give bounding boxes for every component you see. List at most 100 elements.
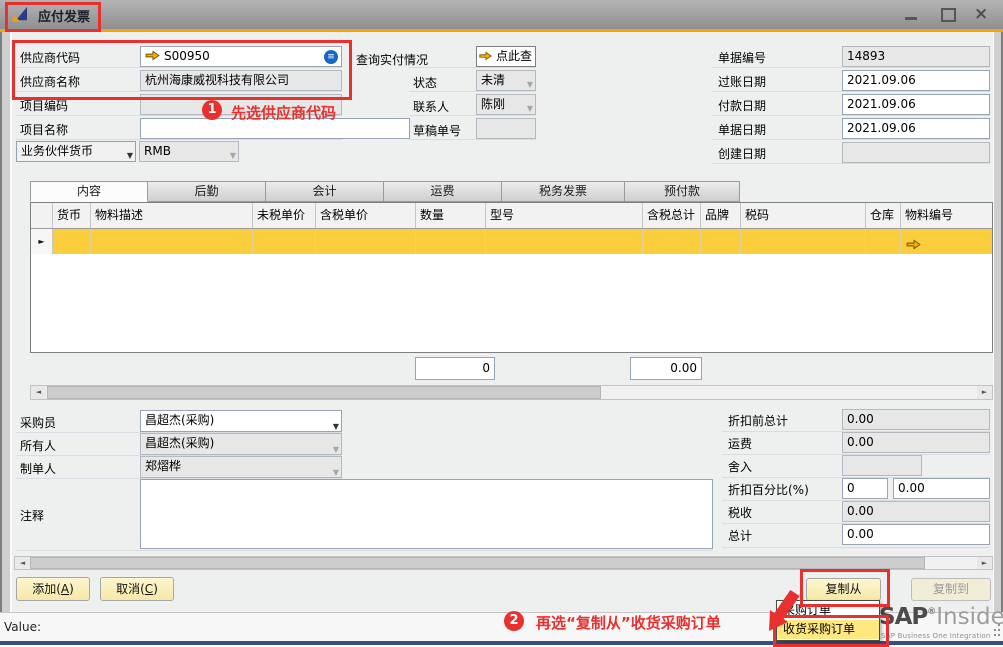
discount-percent-label: 折扣百分比(%) <box>728 481 809 498</box>
title-bar: 应付发票 × <box>0 0 1003 29</box>
doc-date-field[interactable]: 2021.09.06 <box>842 118 990 139</box>
window-right-edge <box>993 32 1003 612</box>
table-horizontal-scrollbar[interactable]: ◄ ► <box>30 385 993 400</box>
create-date-label: 创建日期 <box>718 145 766 162</box>
cell-brand[interactable] <box>701 229 741 254</box>
owner-field: 昌超杰(采购) ▼ <box>140 433 342 455</box>
col-header-unit-price-incl-tax: 含税单价 <box>316 203 416 228</box>
cell-warehouse[interactable] <box>866 229 901 254</box>
buyer-selector[interactable]: 昌超杰(采购) ▼ <box>140 410 342 432</box>
dropdown-icon: ▼ <box>527 75 533 91</box>
ap-invoice-window: 应付发票 × 供应商代码 S00950 ≡ 供应商名称 杭州海康威视科技有限公司… <box>0 0 1003 645</box>
col-header-quantity: 数量 <box>416 203 486 228</box>
rounding-field <box>842 455 922 476</box>
remarks-label: 注释 <box>20 507 44 524</box>
posting-date-field[interactable]: 2021.09.06 <box>842 70 990 91</box>
cell-quantity[interactable] <box>416 229 486 254</box>
window-left-edge <box>0 32 12 612</box>
cancel-button[interactable]: 取消(C) <box>100 577 174 601</box>
scroll-left-icon[interactable]: ◄ <box>31 386 46 399</box>
choose-from-list-icon[interactable]: ≡ <box>324 50 338 64</box>
query-payment-label: 查询实付情况 <box>356 51 428 68</box>
link-arrow-icon[interactable] <box>479 51 492 61</box>
add-button[interactable]: 添加(A) <box>16 577 90 601</box>
scroll-left-icon[interactable]: ◄ <box>15 557 30 569</box>
col-header-item-no: 物料编号 <box>901 203 992 228</box>
doc-no-field: 14893 <box>842 46 990 67</box>
col-header-warehouse: 仓库 <box>866 203 901 228</box>
maximize-button[interactable] <box>941 8 956 22</box>
dropdown-icon: ▼ <box>333 463 339 478</box>
total-amount-field: 0.00 <box>630 357 702 380</box>
doc-date-label: 单据日期 <box>718 121 766 138</box>
tab-logistics[interactable]: 后勤 <box>147 181 266 202</box>
scrollbar-thumb[interactable] <box>30 557 925 569</box>
copy-from-button[interactable]: 复制从 <box>806 578 881 601</box>
link-arrow-icon[interactable] <box>906 239 921 250</box>
draft-no-label: 草稿单号 <box>413 122 461 139</box>
cell-unit-price-incl-tax[interactable] <box>316 229 416 254</box>
resize-grip[interactable] <box>994 634 996 636</box>
vendor-code-value: S00950 <box>164 49 210 63</box>
cell-unit-price-pre-tax[interactable] <box>253 229 316 254</box>
due-date-label: 付款日期 <box>718 97 766 114</box>
creator-field: 郑熠桦 ▼ <box>140 456 342 478</box>
vendor-code-label: 供应商代码 <box>20 49 80 66</box>
total-before-discount-label: 折扣前总计 <box>728 412 788 429</box>
freight-field: 0.00 <box>842 432 990 453</box>
owner-label: 所有人 <box>20 437 56 454</box>
contact-field: 陈刚 ▼ <box>476 94 536 115</box>
red-arrow-icon <box>763 585 807 635</box>
project-code-label: 项目编码 <box>20 97 68 114</box>
dropdown-icon[interactable]: ▼ <box>333 417 339 432</box>
total-quantity-field: 0 <box>415 357 495 380</box>
vendor-code-field[interactable]: S00950 ≡ <box>140 46 342 67</box>
total-label: 总计 <box>728 527 752 544</box>
step-1-badge: 1 <box>202 100 222 120</box>
cell-currency[interactable] <box>53 229 91 254</box>
query-payment-button[interactable]: 点此查 <box>476 46 536 67</box>
posting-date-label: 过账日期 <box>718 73 766 90</box>
scroll-right-icon[interactable]: ► <box>977 386 992 399</box>
discount-percent-field[interactable]: 0 <box>842 478 888 499</box>
bp-currency-selector[interactable]: 业务伙伴货币 ▼ <box>16 141 136 162</box>
cell-model[interactable] <box>486 229 643 254</box>
form-horizontal-scrollbar[interactable]: ◄ ► <box>14 556 993 570</box>
cell-total-incl-tax[interactable] <box>643 229 701 254</box>
window-bottom-edge <box>0 641 1003 645</box>
scrollbar-thumb[interactable] <box>47 386 601 399</box>
tab-accounting[interactable]: 会计 <box>265 181 384 202</box>
discount-amount-field[interactable]: 0.00 <box>893 478 990 499</box>
tab-tax-invoice[interactable]: 税务发票 <box>501 181 625 202</box>
freight-label: 运费 <box>728 435 752 452</box>
scroll-right-icon[interactable]: ► <box>977 557 992 569</box>
tab-contents[interactable]: 内容 <box>30 181 148 202</box>
total-field[interactable]: 0.00 <box>842 524 990 545</box>
step-2-badge: 2 <box>504 611 524 631</box>
sap-inside-logo: SAP®Inside SAP Business One Integration <box>879 604 1003 630</box>
vendor-name-label: 供应商名称 <box>20 73 80 90</box>
cell-item-description[interactable] <box>91 229 253 254</box>
step-2-text: 再选“复制从”收货采购订单 <box>536 612 721 633</box>
contact-label: 联系人 <box>413 98 449 115</box>
table-row[interactable]: ► <box>31 229 992 254</box>
col-header-currency: 货币 <box>53 203 91 228</box>
cell-tax-code[interactable] <box>741 229 866 254</box>
dropdown-icon[interactable]: ▼ <box>127 146 133 162</box>
dropdown-icon: ▼ <box>230 146 236 162</box>
close-button[interactable]: × <box>974 4 988 24</box>
minimize-button[interactable] <box>905 17 917 20</box>
creator-label: 制单人 <box>20 460 56 477</box>
tab-freight[interactable]: 运费 <box>383 181 502 202</box>
tab-down-payment[interactable]: 预付款 <box>624 181 740 202</box>
copy-to-button: 复制到 <box>911 578 991 601</box>
cell-item-no[interactable] <box>901 229 992 254</box>
col-header-unit-price-pre-tax: 未税单价 <box>253 203 316 228</box>
link-arrow-icon[interactable] <box>145 50 160 61</box>
status-field: 未清 ▼ <box>476 70 536 91</box>
col-header-tax-code: 税码 <box>741 203 866 228</box>
row-selector[interactable]: ► <box>31 229 53 254</box>
remarks-textarea[interactable] <box>140 479 713 549</box>
status-bar-text: Value: <box>4 620 41 634</box>
due-date-field[interactable]: 2021.09.06 <box>842 94 990 115</box>
